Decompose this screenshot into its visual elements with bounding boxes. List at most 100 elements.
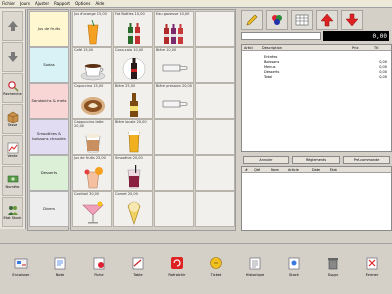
scroll-down-button[interactable] [2, 42, 23, 72]
product-cell-empty[interactable] [195, 47, 235, 83]
product-label: Jus de fruits 25,00 [74, 156, 106, 160]
product-cell-empty[interactable] [154, 119, 194, 155]
stock-button[interactable]: Stock [275, 254, 313, 288]
product-cell[interactable]: Capuccino 15,00 [72, 83, 112, 119]
tab-payments[interactable]: Réglements [292, 156, 340, 164]
refresh-button[interactable]: Rafraîchir [158, 254, 196, 288]
product-cell-empty[interactable] [195, 191, 235, 227]
card-button-label: Fiche [94, 273, 104, 277]
product-cell[interactable]: Jus d'orange 15,00 [72, 11, 112, 47]
menu-item-days[interactable]: Jours [20, 1, 30, 6]
product-cell[interactable]: Bière pression 20,00 [154, 83, 194, 119]
stock-button-label: Stock [289, 273, 299, 277]
coffee-cup-icon [80, 64, 106, 81]
product-cell[interactable]: Coca-cola 10,00 [113, 47, 153, 83]
table-select-button-label: Table [133, 273, 143, 277]
ticket-button[interactable]: Ticket [197, 254, 235, 288]
menu-item-help[interactable]: Aide [95, 1, 104, 6]
product-cell-empty[interactable] [154, 155, 194, 191]
product-cell-empty[interactable] [195, 155, 235, 191]
product-label: Café 15,00 [74, 48, 94, 52]
cappuccino-icon [81, 97, 105, 115]
product-label: Bière pression 20,00 [156, 84, 193, 88]
search-button[interactable]: Recherche [2, 73, 23, 103]
category-juices[interactable]: Jus de fruits [29, 11, 69, 47]
product-label: Bière 25,00 [115, 84, 136, 88]
product-label: Cocktail 30,00 [74, 192, 100, 196]
orange-juice-icon [87, 19, 99, 45]
history-col-date: Date [312, 168, 321, 172]
fruit-drink-icon [84, 167, 103, 189]
category-misc[interactable]: Divers [29, 191, 69, 227]
ticket-button-label: Ticket [210, 273, 222, 277]
category-label: Desserts [40, 169, 58, 175]
cash-icon [7, 173, 19, 185]
color-button[interactable] [266, 10, 288, 30]
number-button[interactable]: Numéro [2, 166, 23, 196]
product-cell-empty[interactable] [195, 83, 235, 119]
lying-bottle-icon [162, 64, 188, 72]
total-display: 0,00 [323, 31, 389, 41]
note-button[interactable]: Note [41, 254, 79, 288]
menu-item-options[interactable]: Options [75, 1, 90, 6]
product-cell-empty[interactable] [154, 191, 194, 227]
sales-button[interactable]: Vente [2, 135, 23, 165]
product-cell[interactable]: Cocktail 30,00 [72, 191, 112, 227]
history-button[interactable]: Historique [236, 254, 274, 288]
search-input[interactable] [241, 32, 321, 40]
product-cell-empty[interactable] [195, 119, 235, 155]
product-cell[interactable]: Bière 10,00 [154, 47, 194, 83]
category-desserts[interactable]: Desserts [29, 155, 69, 191]
cup-button[interactable]: Tasse [2, 104, 23, 134]
arrow-up-icon [7, 20, 19, 32]
product-label: Capuccino 15,00 [74, 84, 104, 88]
scroll-up-button[interactable] [2, 11, 23, 41]
tab-cancel[interactable]: Annuler [243, 156, 289, 164]
pencil-icon [246, 14, 258, 26]
order-panel: Articl Description Prix Ttl Entrées Bois… [241, 44, 392, 152]
card-icon [92, 256, 106, 270]
table-button[interactable] [291, 10, 313, 30]
order-col-article: Articl [244, 45, 254, 50]
pay-button[interactable]: Encaisser [2, 254, 40, 288]
card-button[interactable]: Fiche [80, 254, 118, 288]
right-toolbar: 0,00 [241, 9, 392, 41]
order-col-total: Ttl [374, 45, 379, 50]
category-smoothies[interactable]: Smoothies & boissons chaudes [29, 119, 69, 155]
pay-button-label: Encaisser [12, 273, 30, 277]
stock-state-button-label: Etat Stock [3, 216, 22, 220]
product-cell-empty[interactable] [195, 11, 235, 47]
product-cell[interactable]: Cornet 20,00 [113, 191, 153, 227]
category-sandwiches[interactable]: Sandwichs & mets [29, 83, 69, 119]
smoothie-icon [127, 165, 141, 189]
product-cell[interactable]: Bière 25,00 [113, 83, 153, 119]
menu-item-adjust[interactable]: Ajuster [35, 1, 49, 6]
product-cell[interactable]: Eau gazeuse 10,00 [154, 11, 194, 47]
tab-preorder[interactable]: Pré-commande [343, 156, 390, 164]
menu-item-file[interactable]: Fichier [2, 1, 15, 6]
product-cell[interactable]: Jus de fruits 25,00 [72, 155, 112, 191]
product-cell[interactable]: Fat Bottles 10,00 [113, 11, 153, 47]
move-up-button[interactable] [316, 10, 338, 30]
order-line-value: 0,00 [379, 69, 387, 74]
order-line-name: Desserts [264, 69, 280, 74]
stock-state-button[interactable]: Etat Stock [2, 197, 23, 227]
search-button-label: Recherche [3, 92, 22, 96]
product-cell[interactable]: Bière locale 20,00 [113, 119, 153, 155]
latte-icon [85, 134, 101, 153]
product-cell[interactable]: Cappuccino latte 20,00 [72, 119, 112, 155]
table-select-button[interactable]: Table [119, 254, 157, 288]
menu-item-report[interactable]: Rapport [54, 1, 70, 6]
product-cell[interactable]: Café 15,00 [72, 47, 112, 83]
close-button[interactable]: Fermer [353, 254, 391, 288]
edit-button[interactable] [241, 10, 263, 30]
box-icon [7, 111, 19, 123]
move-down-button[interactable] [341, 10, 363, 30]
order-line-name: Menus [264, 64, 276, 69]
order-line[interactable]: Total 0,00 [242, 74, 391, 79]
product-label: Jus d'orange 15,00 [74, 12, 107, 16]
coke-bottle-icon [122, 57, 146, 81]
category-sodas[interactable]: Sodas [29, 47, 69, 83]
delete-button[interactable]: Suppr [314, 254, 352, 288]
product-cell[interactable]: Smoothie 20,00 [113, 155, 153, 191]
